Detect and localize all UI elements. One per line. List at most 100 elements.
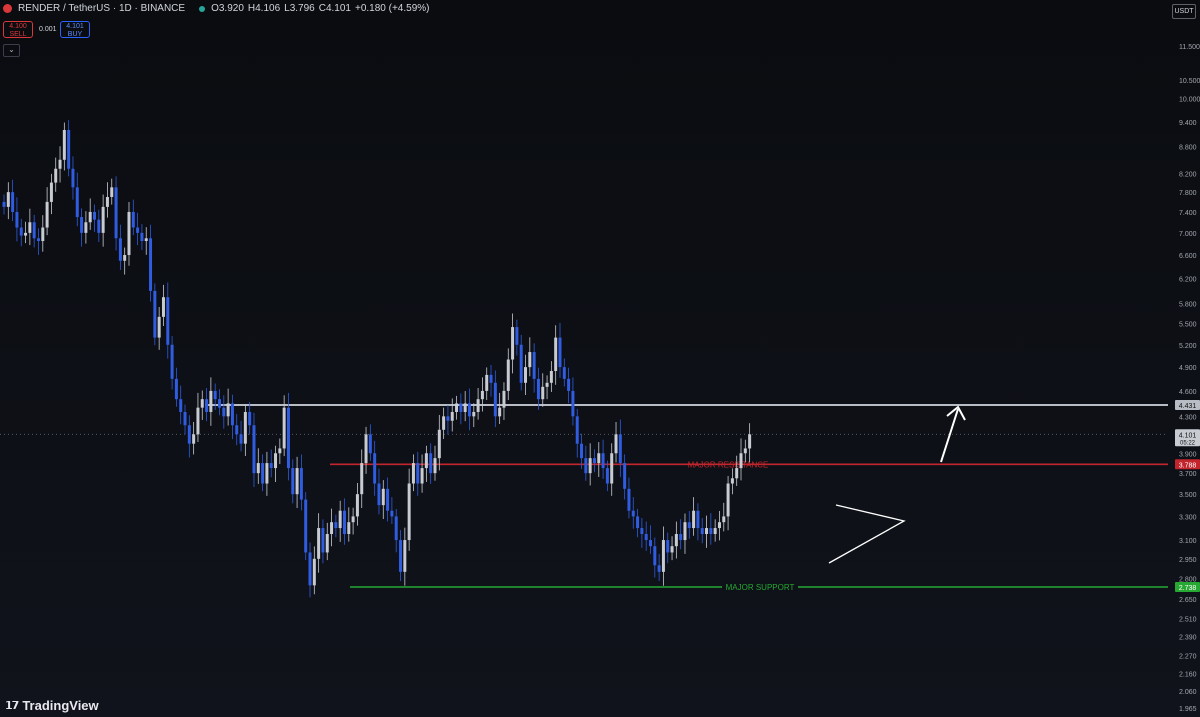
candle-body — [355, 494, 359, 517]
candle-body — [459, 403, 463, 412]
y-tick-label: 3.500 — [1179, 492, 1197, 499]
candle-body — [170, 344, 174, 379]
candle-body — [411, 463, 415, 484]
candle-body — [394, 516, 398, 541]
candle-body — [403, 540, 407, 572]
candle-body — [222, 407, 226, 417]
y-tick-label: 2.950 — [1179, 557, 1197, 564]
candle-body — [261, 463, 265, 484]
y-tick-label: 5.500 — [1179, 322, 1197, 329]
render-logo-icon — [3, 4, 12, 13]
y-tick-label: 1.965 — [1179, 706, 1197, 713]
candle-body — [127, 211, 131, 256]
symbol-title[interactable]: RENDER / TetherUS · 1D · BINANCE — [18, 3, 185, 14]
candle-body — [239, 434, 243, 444]
candle-body — [644, 534, 648, 541]
candle-body — [179, 399, 183, 412]
candle-body — [183, 411, 187, 426]
candle-body — [722, 516, 726, 523]
y-tick-label: 3.900 — [1179, 451, 1197, 458]
candle-body — [588, 458, 592, 474]
candle-body — [524, 367, 528, 383]
candle-body — [218, 399, 221, 408]
candle-body — [230, 403, 234, 426]
candle-body — [399, 540, 403, 572]
sell-button[interactable]: 4.100 SELL — [3, 21, 33, 38]
candle-body — [368, 434, 372, 454]
candle-body — [32, 222, 36, 239]
candle-body — [605, 468, 609, 484]
y-tick-label: 4.900 — [1179, 365, 1197, 372]
candle-body — [6, 192, 10, 207]
price-badge-label: 4.431 — [1179, 403, 1197, 410]
candle-body — [442, 416, 446, 430]
buy-button[interactable]: 4.101 BUY — [60, 21, 90, 38]
candle-body — [532, 352, 536, 379]
ohlc-values: O3.920 H4.106 L3.796 C4.101 +0.180 (+4.5… — [211, 3, 429, 14]
candle-body — [347, 522, 351, 535]
y-tick-label: 3.300 — [1179, 514, 1197, 521]
candle-body — [274, 453, 278, 469]
candle-body — [571, 390, 575, 417]
candle-body — [541, 386, 545, 400]
candle-body — [386, 488, 390, 511]
y-tick-label: 2.650 — [1179, 597, 1197, 604]
y-tick-label: 2.390 — [1179, 635, 1197, 642]
candle-body — [114, 187, 118, 239]
candle-body — [278, 448, 282, 454]
candle-body — [420, 468, 424, 484]
candle-body — [75, 187, 79, 218]
candle-body — [670, 546, 674, 553]
candle-body — [140, 232, 144, 242]
level-label-major-support: MAJOR SUPPORT — [726, 583, 795, 592]
candle-body — [248, 411, 252, 426]
candle-body — [213, 390, 217, 400]
candle-body — [562, 367, 566, 379]
candle-body — [489, 374, 493, 383]
candle-body — [493, 382, 497, 417]
y-tick-label: 7.800 — [1179, 190, 1197, 197]
tradingview-logo[interactable]: 𝟭𝟳 TradingView — [5, 698, 99, 713]
candle-body — [743, 448, 747, 454]
candle-body — [730, 478, 734, 484]
price-chart[interactable]: 11.500 10.500 10.000 9.400 8.800 8.200 7.800 7.… — [0, 0, 1200, 717]
candle-body — [174, 378, 178, 400]
candle-body — [41, 227, 45, 242]
candle-body — [429, 453, 433, 474]
candle-body — [748, 434, 752, 449]
candle-body — [157, 316, 161, 338]
y-tick-label: 2.270 — [1179, 653, 1197, 660]
candle-body — [325, 534, 329, 553]
candle-body — [209, 390, 213, 412]
candle-body — [342, 510, 346, 535]
currency-selector[interactable]: USDT — [1172, 4, 1196, 19]
tradingview-mark-icon: 𝟭𝟳 — [5, 700, 19, 712]
candle-body — [480, 390, 484, 400]
candle-body — [226, 403, 230, 417]
candle-body — [661, 540, 665, 572]
candle-body — [536, 378, 540, 400]
candle-body — [498, 407, 502, 417]
candle-body — [463, 403, 467, 412]
candle-body — [299, 468, 303, 500]
collapse-chevron-icon[interactable]: ⌄ — [3, 44, 20, 57]
candle-body — [54, 168, 58, 183]
y-tick-label: 5.200 — [1179, 343, 1197, 350]
candle-body — [24, 232, 28, 236]
y-tick-label: 4.300 — [1179, 414, 1197, 421]
ohlc-change: +0.180 (+4.59%) — [354, 3, 430, 14]
candle-body — [364, 434, 368, 464]
candle-body — [519, 344, 523, 383]
candle-body — [446, 416, 450, 421]
buy-label: BUY — [67, 31, 83, 38]
candle-body — [545, 382, 549, 387]
buy-price: 4.101 — [66, 23, 84, 30]
candle-body — [636, 516, 640, 529]
candle-body — [515, 327, 519, 345]
candle-body — [713, 528, 717, 535]
y-tick-label: 5.800 — [1179, 302, 1197, 309]
candle-body — [450, 411, 454, 421]
candle-body — [88, 211, 92, 223]
candle-body — [511, 327, 515, 360]
y-tick-label: 8.200 — [1179, 171, 1197, 178]
